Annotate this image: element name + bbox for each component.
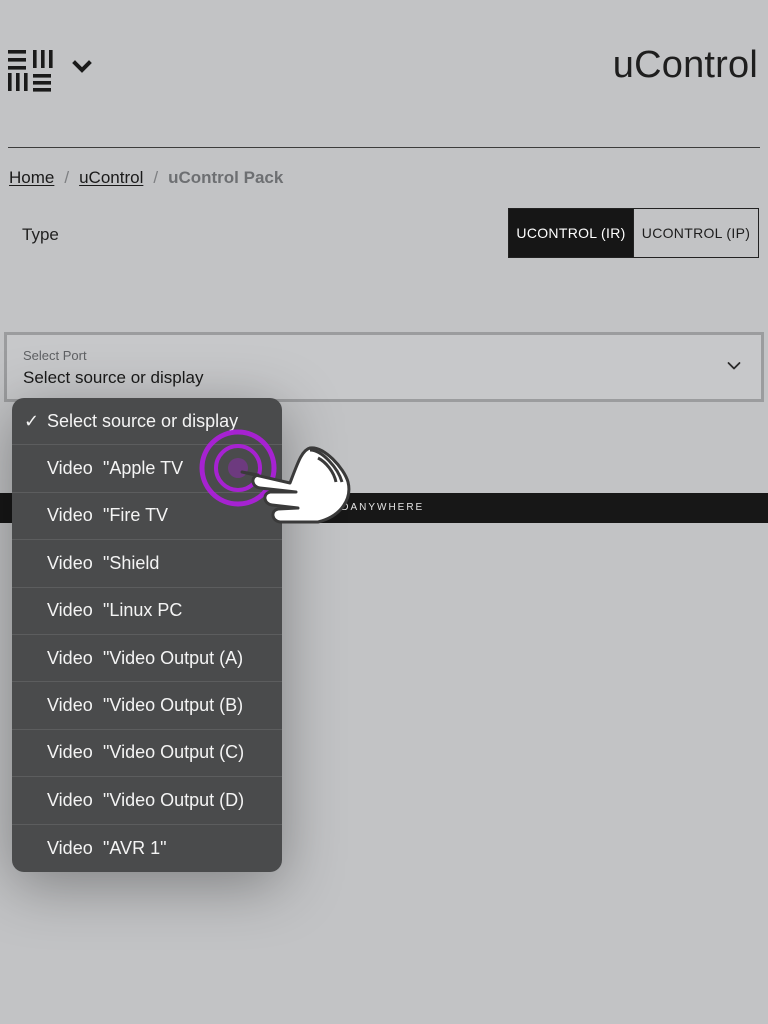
option-prefix: Video [47, 600, 93, 621]
port-dropdown-menu: ✓ Select source or display Video "Apple … [12, 398, 282, 872]
dropdown-option[interactable]: ✓ Select source or display [12, 398, 282, 446]
option-prefix: Video [47, 742, 93, 763]
option-label: Select source or display [47, 410, 239, 431]
option-prefix: Video [47, 505, 93, 526]
type-label: Type [22, 225, 59, 244]
option-label: "AVR 1" [103, 837, 167, 858]
checkmark-icon: ✓ [24, 410, 40, 431]
type-toggle: UCONTROL (IR) UCONTROL (IP) [508, 208, 759, 258]
select-port-label: Select Port [23, 348, 87, 363]
chevron-down-icon[interactable] [72, 58, 92, 76]
dropdown-option[interactable]: Video "Apple TV [12, 445, 282, 493]
option-label: "Video Output (B) [103, 695, 244, 716]
dropdown-option[interactable]: Video "Fire TV [12, 493, 282, 541]
chevron-down-icon [727, 362, 741, 370]
dropdown-option[interactable]: Video "Video Output (C) [12, 730, 282, 778]
dropdown-option[interactable]: Video "AVR 1" [12, 825, 282, 872]
option-prefix: Video [47, 647, 93, 668]
header-divider [8, 147, 760, 148]
dropdown-option[interactable]: Video "Video Output (D) [12, 777, 282, 825]
grid-menu-logo-icon[interactable] [8, 47, 54, 93]
breadcrumb: Home / uControl / uControl Pack [9, 168, 283, 188]
option-prefix: Video [47, 552, 93, 573]
dropdown-option[interactable]: Video "Shield [12, 540, 282, 588]
option-prefix: Video [47, 789, 93, 810]
option-label: "Apple TV [103, 458, 184, 479]
ucontrol-ir-button[interactable]: UCONTROL (IR) [508, 208, 634, 258]
option-label: "Video Output (A) [103, 647, 244, 668]
option-prefix: Video [47, 695, 93, 716]
port-select[interactable]: Select Port Select source or display [4, 332, 764, 402]
option-label: "Linux PC [103, 600, 183, 621]
option-label: "Video Output (C) [103, 742, 245, 763]
dropdown-option[interactable]: Video "Video Output (A) [12, 635, 282, 683]
dropdown-option[interactable]: Video "Video Output (B) [12, 682, 282, 730]
select-port-value: Select source or display [23, 368, 204, 387]
breadcrumb-ucontrol-link[interactable]: uControl [79, 168, 143, 188]
option-label: "Shield [103, 552, 160, 573]
breadcrumb-separator: / [64, 168, 70, 187]
page-title: uControl [612, 44, 758, 86]
brand-bar-text: HDANYWHERE [332, 502, 425, 513]
option-label: "Video Output (D) [103, 789, 245, 810]
option-label: "Fire TV [103, 505, 169, 526]
ucontrol-ip-button[interactable]: UCONTROL (IP) [634, 208, 759, 258]
breadcrumb-home-link[interactable]: Home [9, 168, 54, 188]
breadcrumb-current: uControl Pack [168, 168, 284, 187]
breadcrumb-separator: / [153, 168, 159, 187]
dropdown-option[interactable]: Video "Linux PC [12, 588, 282, 635]
option-prefix: Video [47, 837, 93, 858]
header: uControl [0, 0, 768, 148]
option-prefix: Video [47, 458, 93, 479]
